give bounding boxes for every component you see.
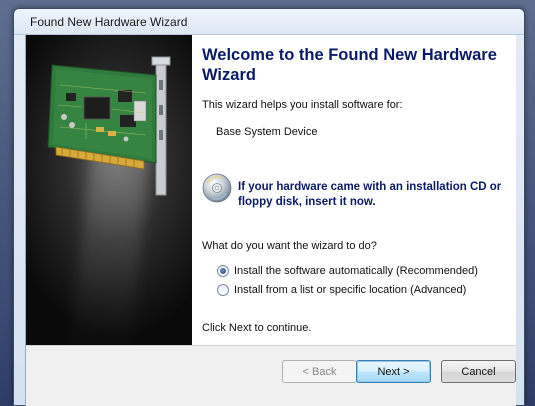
option-label: Install the software automatically (Reco… bbox=[234, 264, 478, 277]
wizard-question: What do you want the wizard to do? bbox=[202, 240, 377, 252]
wizard-content: Welcome to the Found New Hardware Wizard… bbox=[192, 35, 516, 345]
button-bar: < Back Next > Cancel bbox=[26, 345, 516, 406]
window-title: Found New Hardware Wizard bbox=[30, 15, 188, 29]
next-button[interactable]: Next > bbox=[356, 360, 431, 383]
option-install-from-list[interactable]: Install from a list or specific location… bbox=[217, 282, 466, 297]
device-name: Base System Device bbox=[216, 126, 318, 138]
option-label: Install from a list or specific location… bbox=[234, 283, 467, 296]
cancel-button[interactable]: Cancel bbox=[441, 360, 516, 383]
continue-text: Click Next to continue. bbox=[202, 322, 312, 334]
wizard-side-panel bbox=[26, 35, 192, 345]
back-button[interactable]: < Back bbox=[282, 360, 357, 383]
option-install-automatically[interactable]: Install the software automatically (Reco… bbox=[217, 263, 478, 278]
radio-install-automatically[interactable] bbox=[217, 264, 229, 277]
wizard-window: Found New Hardware Wizard Welcome to the… bbox=[13, 8, 525, 406]
cd-prompt: If your hardware came with an installati… bbox=[238, 181, 502, 208]
wizard-client-area: Welcome to the Found New Hardware Wizard… bbox=[25, 35, 516, 406]
cd-disc-icon bbox=[202, 173, 232, 203]
title-bar[interactable]: Found New Hardware Wizard bbox=[14, 9, 524, 35]
pci-card-image bbox=[47, 56, 171, 196]
intro-text: This wizard helps you install software f… bbox=[202, 99, 403, 111]
wizard-heading: Welcome to the Found New Hardware Wizard bbox=[202, 46, 497, 84]
radio-install-from-list[interactable] bbox=[217, 283, 229, 296]
